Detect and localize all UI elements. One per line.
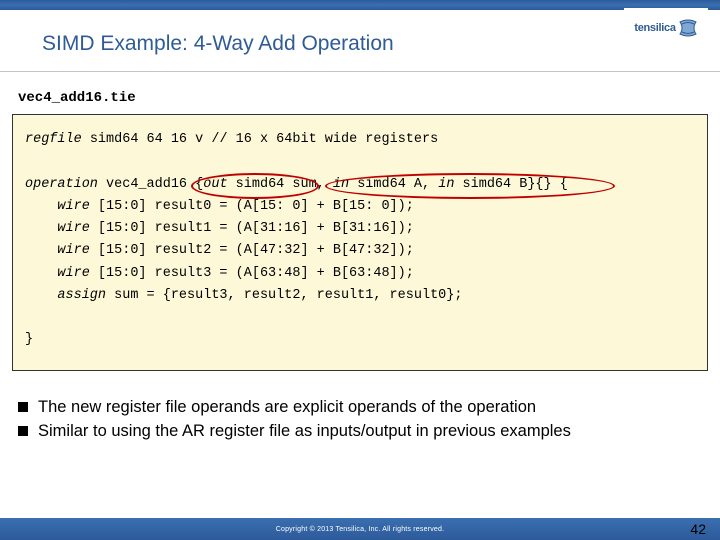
slide-title: SIMD Example: 4-Way Add Operation — [42, 32, 394, 56]
keyword-in: in — [333, 177, 349, 192]
keyword-wire: wire — [57, 199, 89, 214]
code-text: simd64 B}{} { — [454, 177, 567, 192]
code-text: simd64 A, — [349, 177, 438, 192]
keyword-wire: wire — [57, 266, 89, 281]
footer-bar: Copyright © 2013 Tensilica, Inc. All rig… — [0, 518, 720, 540]
page-number: 42 — [690, 521, 706, 537]
bullet-text: The new register file operands are expli… — [38, 395, 536, 420]
bullet-list: The new register file operands are expli… — [18, 395, 702, 445]
keyword-in: in — [438, 177, 454, 192]
code-text: [15:0] result2 = (A[47:32] + B[47:32]); — [90, 243, 414, 258]
keyword-wire: wire — [57, 243, 89, 258]
tensilica-logo: tensilica — [624, 8, 708, 48]
code-close-brace: } — [25, 332, 33, 347]
code-comment: // 16 x 64bit wide registers — [211, 132, 438, 147]
logo-text: tensilica — [634, 22, 675, 34]
code-text: simd64 sum, — [228, 177, 333, 192]
code-text: vec4_add16 { — [98, 177, 203, 192]
code-text: simd64 64 16 v — [82, 132, 204, 147]
code-text: sum = {result3, result2, result1, result… — [106, 288, 462, 303]
logo-mark-icon — [678, 18, 698, 38]
copyright-text: Copyright © 2013 Tensilica, Inc. All rig… — [276, 526, 445, 533]
code-text: [15:0] result1 = (A[31:16] + B[31:16]); — [90, 221, 414, 236]
top-accent-bar — [0, 0, 720, 10]
keyword-wire: wire — [57, 221, 89, 236]
code-block: regfile simd64 64 16 v // 16 x 64bit wid… — [12, 114, 708, 371]
keyword-regfile: regfile — [25, 132, 82, 147]
bullet-text: Similar to using the AR register file as… — [38, 419, 571, 444]
keyword-operation: operation — [25, 177, 98, 192]
keyword-assign: assign — [57, 288, 106, 303]
header: SIMD Example: 4-Way Add Operation tensil… — [0, 10, 720, 72]
bullet-item: The new register file operands are expli… — [18, 395, 702, 420]
filename-label: vec4_add16.tie — [18, 90, 720, 106]
code-text: [15:0] result0 = (A[15: 0] + B[15: 0]); — [90, 199, 414, 214]
bullet-item: Similar to using the AR register file as… — [18, 419, 702, 444]
code-text: [15:0] result3 = (A[63:48] + B[63:48]); — [90, 266, 414, 281]
bullet-square-icon — [18, 426, 28, 436]
keyword-out: out — [203, 177, 227, 192]
bullet-square-icon — [18, 402, 28, 412]
